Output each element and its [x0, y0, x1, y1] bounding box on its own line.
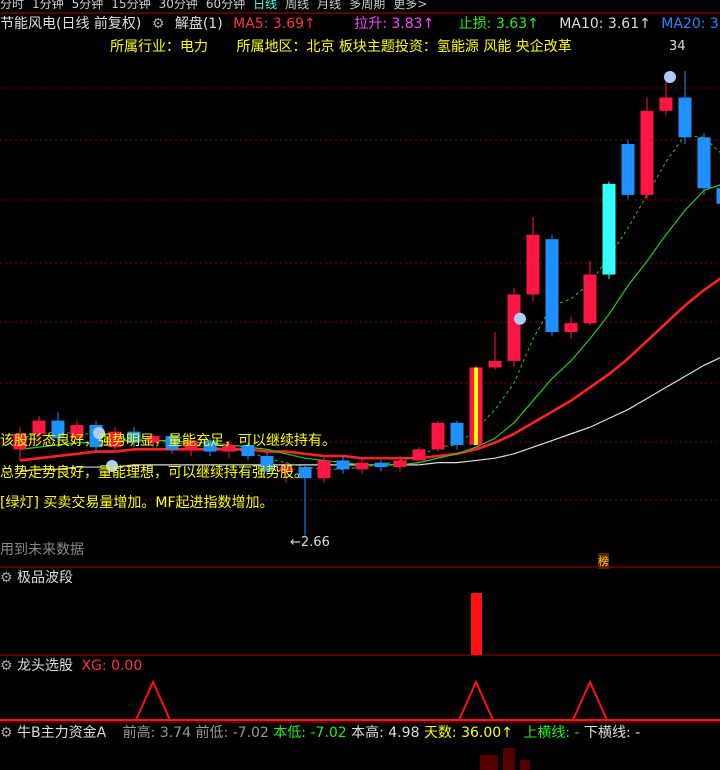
smiley-icon [664, 70, 676, 83]
candle-body [450, 422, 464, 445]
candle-body [621, 144, 635, 195]
candle-body [526, 234, 540, 295]
zhuli-title: 牛B主力资金A [17, 725, 107, 741]
candle-body [317, 460, 331, 479]
candle-body [640, 110, 654, 195]
jipin-panel-header: ⚙ 极品波段 [0, 568, 73, 588]
longtou-signal-peak [458, 679, 494, 721]
candle-highlight [474, 367, 478, 445]
longtou-xg: XG: 0.00 [81, 658, 143, 674]
xiahengxian-value: 下横线: - [584, 725, 641, 741]
longtou-signal-peak [572, 679, 608, 721]
candle-body [374, 462, 388, 468]
candle-body [412, 449, 426, 461]
candle-body [507, 294, 521, 361]
candle-body [659, 97, 673, 111]
longtou-panel-header: ⚙ 龙头选股 XG: 0.00 [0, 656, 142, 676]
candle-body [697, 137, 711, 189]
candle-body [355, 462, 369, 470]
candle-body [336, 460, 350, 470]
candle-body [583, 274, 597, 324]
bendi-value: 本低: -7.02 [273, 725, 347, 741]
qiangao-value: 前高: 3.74 [122, 725, 191, 741]
candle-body [393, 460, 407, 468]
zhuli-bar [503, 748, 515, 770]
zhuli-bar [520, 760, 530, 770]
candle-body [602, 183, 616, 275]
candle-body [678, 97, 692, 138]
smiley-icon [514, 312, 526, 325]
kline-chart[interactable] [0, 0, 720, 770]
high-price-label: 34 [669, 39, 686, 54]
longtou-title: 龙头选股 [17, 658, 74, 674]
annotation-line-3: [绿灯] 买卖交易量增加。MF起进指数增加。 [0, 495, 274, 511]
candle-body [431, 422, 445, 450]
annotation-line-2: 总势走势良好，量能理想，可以继续持有强势股。 [0, 465, 308, 481]
candle-body [545, 239, 559, 333]
panel-gear-icon[interactable]: ⚙ [0, 570, 13, 586]
panel-gear-icon[interactable]: ⚙ [0, 658, 13, 674]
zhuli-panel-header: ⚙ 牛B主力资金A 前高: 3.74 前低: -7.02 本低: -7.02 本… [0, 723, 640, 743]
jipin-signal-bar [471, 593, 482, 655]
annotation-line-1: 该股形态良好，强势明显，量能充足，可以继续持有。 [0, 433, 336, 449]
future-data-note: 用到未来数据 [0, 542, 84, 558]
candle-body [488, 360, 502, 368]
ma60-line [19, 357, 720, 473]
bengao-value: 本高: 4.98 [351, 725, 420, 741]
jipin-title: 极品波段 [17, 570, 74, 586]
candle-body [564, 323, 578, 333]
tianshu-value: 天数: 36.00↑ [423, 725, 513, 741]
low-price-label: ←2.66 [290, 535, 330, 550]
longtou-signal-peak [135, 679, 171, 721]
shanghengxian-value: 上横线: - [523, 725, 580, 741]
bang-badge: 榜 [598, 553, 609, 569]
candle-body [716, 188, 720, 204]
zhuli-bar [480, 755, 498, 770]
qiandi-value: 前低: -7.02 [195, 725, 269, 741]
panel-gear-icon[interactable]: ⚙ [0, 725, 13, 741]
